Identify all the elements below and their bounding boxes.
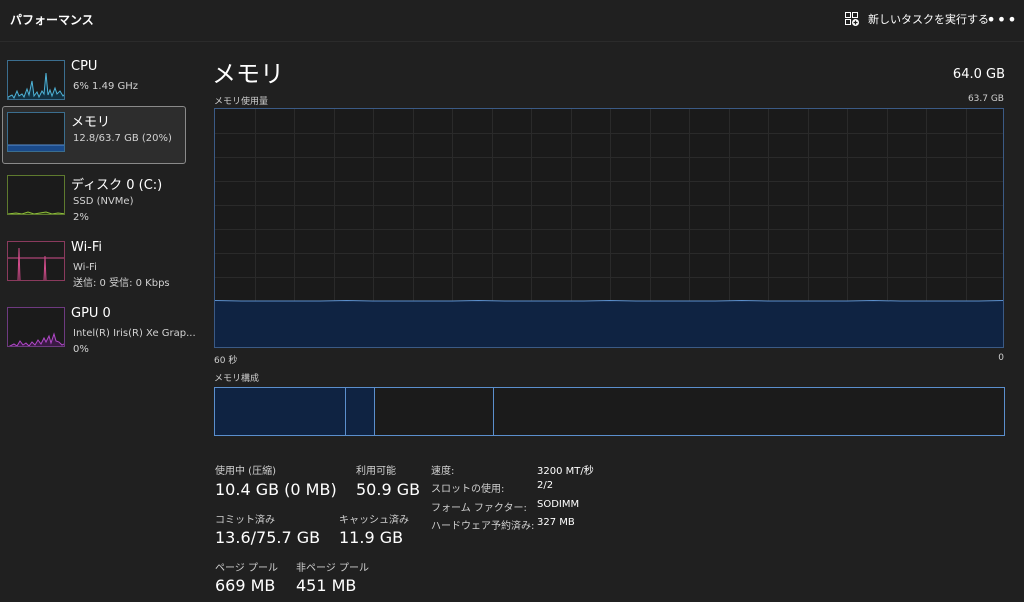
cached-label: キャッシュ済み (339, 515, 409, 526)
graph-time-start: 60 秒 (214, 356, 238, 366)
cached-value: 11.9 GB (339, 528, 404, 547)
slots-used-label: スロットの使用: (431, 484, 505, 495)
available-value: 50.9 GB (356, 480, 421, 499)
memory-composition-bar (214, 387, 1005, 436)
memory-usage-area (215, 301, 1003, 347)
slots-used-value: 2/2 (537, 480, 554, 491)
run-new-task-label: 新しいタスクを実行する (868, 13, 989, 26)
run-new-task-button[interactable]: 新しいタスクを実行する (836, 6, 997, 32)
memory-usage-line (215, 299, 1003, 302)
composition-free (494, 388, 1004, 435)
hardware-reserved-value: 327 MB (537, 517, 575, 528)
sidebar-item-cpu[interactable]: CPU 6% 1.49 GHz (2, 54, 186, 112)
paged-pool-value: 669 MB (215, 576, 276, 595)
sidebar-item-cpu-name: CPU (71, 59, 98, 74)
in-use-label: 使用中 (圧縮) (215, 466, 276, 477)
gpu-thumbnail-graph (7, 307, 65, 347)
paged-pool-label: ページ プール (215, 563, 278, 574)
committed-label: コミット済み (215, 515, 275, 526)
available-label: 利用可能 (356, 466, 396, 477)
sidebar-item-wifi-name: Wi-Fi (71, 240, 103, 255)
memory-heading: メモリ (212, 60, 284, 88)
composition-modified (346, 388, 375, 435)
wifi-thumbnail-graph (7, 241, 65, 281)
sidebar-item-memory-detail: 12.8/63.7 GB (20%) (73, 133, 172, 144)
sidebar-item-wifi[interactable]: Wi-Fi Wi-Fi 送信: 0 受信: 0 Kbps (2, 235, 186, 293)
speed-value: 3200 MT/秒 (537, 466, 594, 477)
memory-usage-graph-label: メモリ使用量 (214, 97, 269, 107)
composition-standby (375, 388, 494, 435)
graph-time-end: 0 (998, 353, 1004, 363)
new-task-icon (844, 11, 860, 27)
form-factor-label: フォーム ファクター: (431, 503, 527, 514)
sidebar-item-gpu-model: Intel(R) Iris(R) Xe Grap... (73, 328, 196, 339)
page-title: パフォーマンス (10, 13, 94, 27)
sidebar-item-memory[interactable]: メモリ 12.8/63.7 GB (20%) (2, 106, 186, 164)
committed-value: 13.6/75.7 GB (215, 528, 321, 547)
total-memory: 64.0 GB (952, 67, 1005, 82)
title-bar: パフォーマンス 新しいタスクを実行する ••• (0, 0, 1024, 42)
sidebar-item-wifi-adapter: Wi-Fi (73, 262, 97, 273)
sidebar-item-wifi-throughput: 送信: 0 受信: 0 Kbps (73, 278, 170, 289)
memory-thumbnail-graph (7, 112, 65, 152)
memory-usage-graph (214, 108, 1004, 348)
nonpaged-pool-label: 非ページ プール (296, 563, 369, 574)
sidebar-item-gpu[interactable]: GPU 0 Intel(R) Iris(R) Xe Grap... 0% (2, 301, 196, 359)
memory-composition-label: メモリ構成 (214, 374, 260, 384)
more-icon: ••• (986, 9, 1018, 29)
in-use-value: 10.4 GB (0 MB) (215, 480, 337, 499)
more-options-button[interactable]: ••• (984, 6, 1020, 32)
sidebar-item-disk-usage: 2% (73, 212, 89, 223)
sidebar-item-gpu-name: GPU 0 (71, 306, 111, 321)
form-factor-value: SODIMM (537, 499, 580, 510)
sidebar-item-gpu-usage: 0% (73, 344, 89, 355)
memory-usage-plot (215, 109, 1003, 347)
cpu-thumbnail-graph (7, 60, 65, 100)
sidebar-item-disk-name: ディスク 0 (C:) (71, 178, 163, 193)
composition-in-use (215, 388, 346, 435)
disk-thumbnail-graph (7, 175, 65, 215)
sidebar-item-memory-name: メモリ (71, 115, 111, 130)
hardware-reserved-label: ハードウェア予約済み: (431, 521, 535, 532)
speed-label: 速度: (431, 466, 455, 477)
sidebar-item-cpu-detail: 6% 1.49 GHz (73, 81, 139, 92)
sidebar-item-disk-type: SSD (NVMe) (73, 196, 134, 207)
sidebar-item-disk[interactable]: ディスク 0 (C:) SSD (NVMe) 2% (2, 169, 186, 227)
nonpaged-pool-value: 451 MB (296, 576, 357, 595)
memory-usage-graph-max: 63.7 GB (967, 94, 1004, 104)
